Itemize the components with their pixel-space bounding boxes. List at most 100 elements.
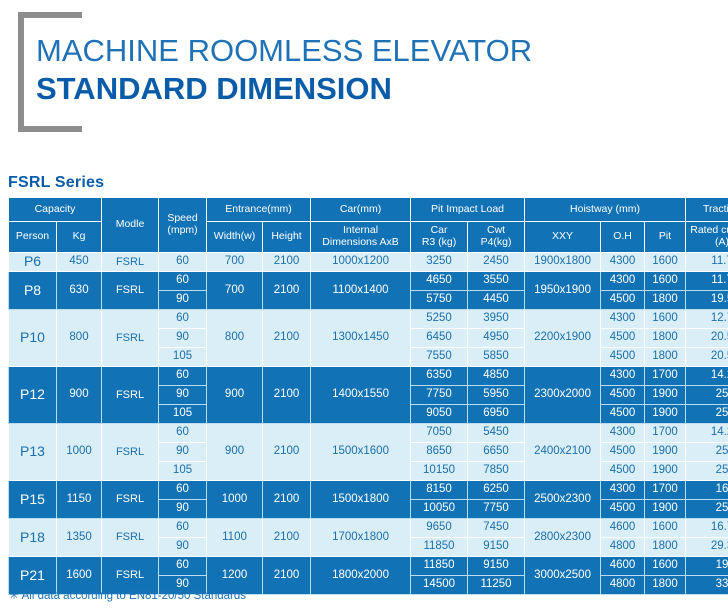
- cell-speed: 90: [158, 384, 208, 405]
- cell-car-r3: 10150: [410, 460, 469, 481]
- header-pit-impact-load: Pit Impact Load: [410, 197, 526, 222]
- cell-entrance-width: 900: [206, 422, 264, 481]
- cell-car-r3: 4650: [410, 270, 469, 291]
- cell-cwt-p4: 6250: [467, 479, 526, 500]
- table-head-group-row: Capacity Modle Speed (mpm) Entrance(mm) …: [7, 197, 728, 253]
- cell-hoistway-oh: 4500: [600, 327, 646, 348]
- header-capacity: Capacity: [7, 197, 103, 222]
- cell-person: P18: [8, 517, 57, 557]
- cell-rated-current: 25: [685, 441, 728, 462]
- cell-model: FSRL: [101, 517, 160, 557]
- subheader-cwt-p4-line1: Cwt: [486, 224, 506, 237]
- cell-cwt-p4: 4850: [467, 365, 526, 386]
- table-row: P6 450 FSRL 60 700 2100 1000x1200 3250 2450 1900x…: [8, 251, 728, 272]
- cell-capacity-kg: 450: [55, 251, 103, 272]
- cell-person: P15: [8, 479, 57, 519]
- cell-person: P6: [8, 251, 57, 272]
- cell-hoistway-oh: 4500: [600, 498, 646, 519]
- cell-rated-current: 25: [685, 403, 728, 424]
- cell-capacity-kg: 1000: [55, 422, 103, 481]
- cell-rated-current: 19.5: [685, 289, 728, 310]
- cell-rated-current: 25: [685, 384, 728, 405]
- cell-rated-current: 16: [685, 479, 728, 500]
- header-model: Modle: [101, 197, 160, 253]
- cell-internal-dimensions: 1700x1800: [310, 517, 412, 557]
- cell-speed: 90: [158, 289, 208, 310]
- cell-hoistway-pit: 1900: [644, 384, 687, 405]
- footnote-text: All data according to EN81-20/50 Standar…: [21, 590, 247, 602]
- cell-hoistway-oh: 4500: [600, 289, 646, 310]
- cell-hoistway-pit: 1600: [644, 517, 687, 538]
- cell-speed: 90: [158, 498, 208, 519]
- subheader-cwt-p4-line2: P4(kg): [480, 235, 512, 248]
- cell-speed: 60: [158, 479, 208, 500]
- cell-rated-current: 14.2: [685, 365, 728, 386]
- table-row: P15 1150 FSRL 60 1000 2100 1500x1800 8150 6250 25…: [8, 479, 728, 519]
- cell-rated-current: 20.5: [685, 346, 728, 367]
- cell-rated-current: 12.7: [685, 308, 728, 329]
- header-traction-machine: Traction Machine: [685, 197, 728, 222]
- cell-hoistway-xxy: 2800x2300: [524, 517, 602, 557]
- cell-hoistway-oh: 4500: [600, 403, 646, 424]
- cell-car-r3: 7050: [410, 422, 469, 443]
- series-title: FSRL Series: [8, 174, 105, 191]
- cell-entrance-height: 2100: [262, 270, 312, 310]
- cell-cwt-p4: 5450: [467, 422, 526, 443]
- cell-hoistway-pit: 1600: [644, 270, 687, 291]
- cell-internal-dimensions: 1500x1600: [310, 422, 412, 481]
- cell-car-r3: 9650: [410, 517, 469, 538]
- cell-internal-dimensions: 1100x1400: [310, 270, 412, 310]
- cell-cwt-p4: 7850: [467, 460, 526, 481]
- subheader-car-r3-line1: Car: [430, 224, 448, 237]
- cell-car-r3: 6450: [410, 327, 469, 348]
- cell-capacity-kg: 1350: [55, 517, 103, 557]
- cell-hoistway-pit: 1600: [644, 555, 687, 576]
- subheader-rated-current: Rated current (A): [685, 221, 728, 253]
- header-speed: Speed (mpm): [158, 197, 208, 253]
- cell-hoistway-oh: 4300: [600, 422, 646, 443]
- subheader-height: Height: [262, 221, 312, 253]
- cell-hoistway-pit: 1800: [644, 346, 687, 367]
- cell-speed: 105: [158, 346, 208, 367]
- cell-hoistway-oh: 4600: [600, 517, 646, 538]
- cell-internal-dimensions: 1300x1450: [310, 308, 412, 367]
- table-row: P18 1350 FSRL 60 1100 2100 1700x1800 9650 7450 28…: [8, 517, 728, 557]
- cell-capacity-kg: 630: [55, 270, 103, 310]
- cell-hoistway-oh: 4500: [600, 441, 646, 462]
- cell-model: FSRL: [101, 365, 160, 424]
- header-entrance: Entrance(mm): [206, 197, 312, 222]
- cell-hoistway-xxy: 1900x1800: [524, 251, 602, 272]
- cell-entrance-height: 2100: [262, 555, 312, 595]
- cell-hoistway-xxy: 3000x2500: [524, 555, 602, 595]
- cell-person: P10: [8, 308, 57, 367]
- cell-cwt-p4: 6650: [467, 441, 526, 462]
- cell-hoistway-pit: 1700: [644, 422, 687, 443]
- cell-cwt-p4: 3950: [467, 308, 526, 329]
- cell-car-r3: 8150: [410, 479, 469, 500]
- cell-car-r3: 11850: [410, 555, 469, 576]
- table-row: P12 900 FSRL 60 900 2100 1400x1550 6350 4850 2300…: [8, 365, 728, 424]
- subheader-internal-dimensions-line1: Internal: [343, 224, 379, 237]
- cell-model: FSRL: [101, 479, 160, 519]
- cell-hoistway-oh: 4300: [600, 308, 646, 329]
- cell-hoistway-oh: 4600: [600, 555, 646, 576]
- cell-cwt-p4: 9150: [467, 555, 526, 576]
- cell-cwt-p4: 5950: [467, 384, 526, 405]
- subheader-internal-dimensions: Internal Dimensions AxB: [310, 221, 412, 253]
- cell-speed: 60: [158, 517, 208, 538]
- cell-internal-dimensions: 1500x1800: [310, 479, 412, 519]
- cell-car-r3: 8650: [410, 441, 469, 462]
- footnote: ✳ All data according to EN81-20/50 Stand…: [9, 588, 246, 602]
- cell-model: FSRL: [101, 270, 160, 310]
- cell-hoistway-pit: 1900: [644, 441, 687, 462]
- cell-entrance-width: 900: [206, 365, 264, 424]
- subheader-person: Person: [8, 221, 57, 253]
- cell-hoistway-oh: 4300: [600, 251, 646, 272]
- cell-internal-dimensions: 1800x2000: [310, 555, 412, 595]
- cell-rated-current: 11.7: [685, 270, 728, 291]
- cell-speed: 60: [158, 270, 208, 291]
- cell-speed: 60: [158, 308, 208, 329]
- spec-table: Capacity Modle Speed (mpm) Entrance(mm) …: [7, 197, 728, 595]
- spec-sheet-page: MACHINE ROOMLESS ELEVATOR STANDARD DIMEN…: [0, 0, 728, 613]
- table-head: Capacity Modle Speed (mpm) Entrance(mm) …: [7, 197, 728, 253]
